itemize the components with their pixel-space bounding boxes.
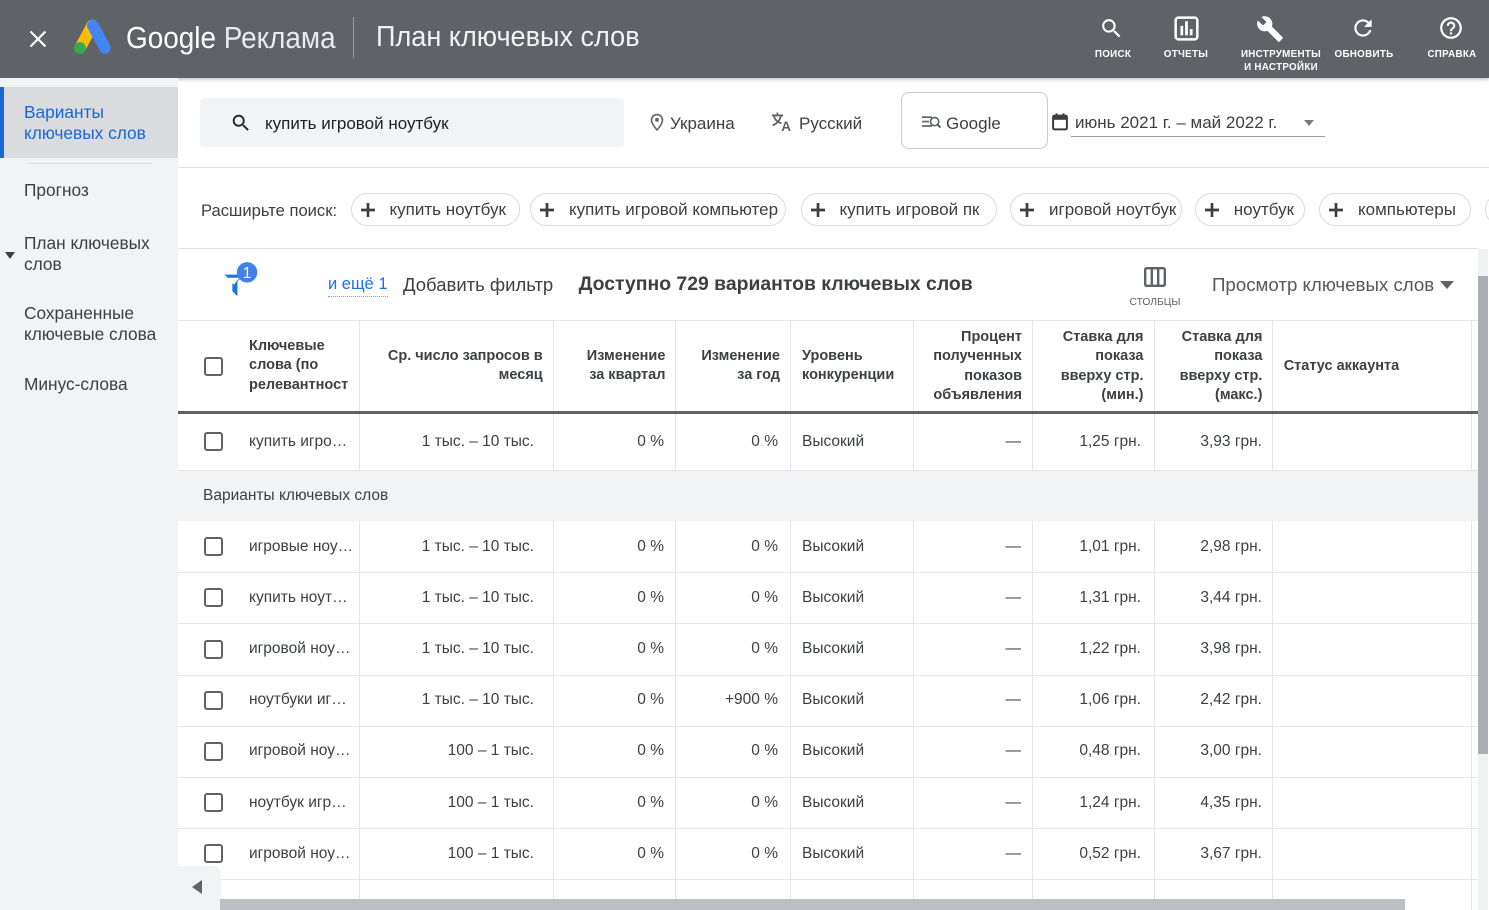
svg-text:A: A — [781, 119, 791, 133]
svg-text:1: 1 — [243, 265, 252, 282]
